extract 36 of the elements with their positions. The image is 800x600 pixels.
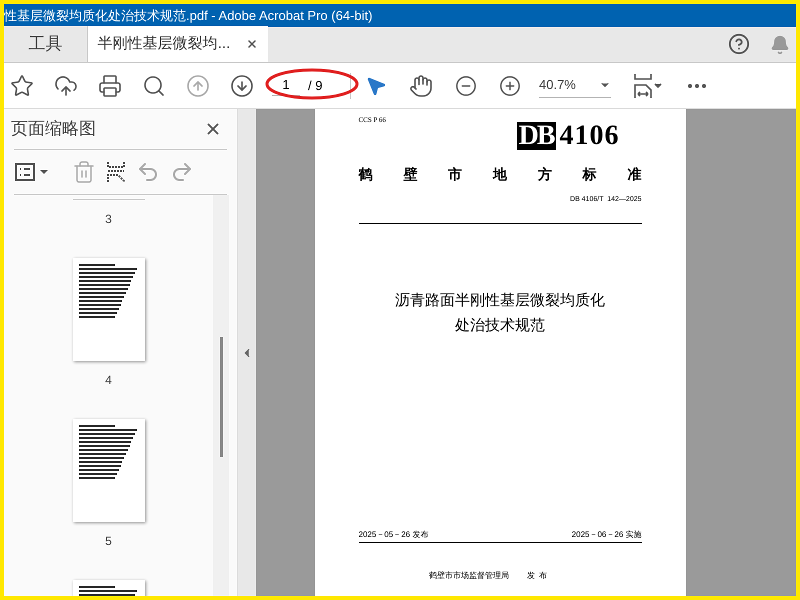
search-icon[interactable] [142, 74, 166, 98]
issue-date: 2025－05－26 发布 [358, 529, 428, 541]
page-number-field[interactable]: 1 [272, 75, 300, 96]
title-bar: 性基层微裂均质化处治技术规范.pdf - Adobe Acrobat Pro (64-bit) [4, 4, 796, 27]
help-icon[interactable] [728, 33, 750, 55]
standard-type: 鹤壁市地方标准 [358, 164, 642, 184]
star-icon[interactable] [10, 74, 34, 98]
page-thumbnail[interactable] [72, 419, 144, 522]
page-thumbnail[interactable] [72, 258, 144, 361]
effective-date: 2025－06－26 实施 [572, 529, 642, 541]
document-title: 处治技术规范 [455, 316, 545, 336]
document-title: 沥青路面半刚性基层微裂均质化 [395, 291, 605, 311]
standard-logo: DB 4106 [516, 122, 620, 150]
page-number: 5 [105, 533, 112, 550]
zoom-in-icon[interactable] [499, 74, 521, 96]
print-icon[interactable] [98, 74, 122, 98]
options-icon[interactable] [14, 162, 50, 182]
hand-icon[interactable] [409, 74, 433, 98]
page-split-icon[interactable] [106, 161, 126, 183]
panel-title: 页面缩略图 [11, 118, 96, 140]
issuer: 鹤壁市市场监督管理局 [428, 570, 509, 582]
zoom-dropdown[interactable]: 40.7% [539, 73, 611, 98]
page-number: 4 [105, 372, 112, 389]
close-icon[interactable] [246, 38, 258, 50]
page-number: 3 [105, 211, 112, 228]
zoom-out-icon[interactable] [455, 74, 477, 96]
page-total: / 9 [308, 76, 322, 95]
issuer-action: 发 布 [526, 570, 548, 582]
tab-label: 半刚性基层微裂均... [98, 34, 230, 54]
fit-width-icon[interactable] [633, 72, 663, 98]
tab[interactable]: 半刚性基层微裂均... [88, 26, 268, 62]
pointer-icon[interactable] [365, 74, 387, 96]
scrollbar[interactable] [213, 195, 229, 596]
upload-icon[interactable] [54, 74, 78, 98]
tab[interactable]: 工具 [4, 26, 88, 62]
tab-label: 工具 [28, 33, 62, 56]
